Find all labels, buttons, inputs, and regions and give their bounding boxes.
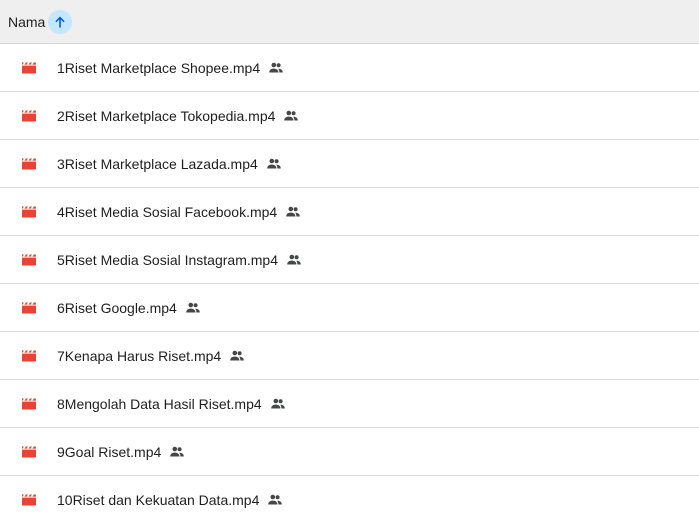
file-name: 2Riset Marketplace Tokopedia.mp4 bbox=[57, 107, 276, 124]
arrow-up-icon bbox=[55, 16, 66, 27]
file-name: 3Riset Marketplace Lazada.mp4 bbox=[57, 155, 258, 172]
video-file-icon bbox=[21, 300, 37, 316]
video-file-icon bbox=[21, 108, 37, 124]
video-file-icon bbox=[21, 252, 37, 268]
video-file-icon bbox=[21, 204, 37, 220]
shared-people-icon bbox=[267, 492, 283, 508]
shared-people-icon bbox=[169, 444, 185, 460]
file-name: 1Riset Marketplace Shopee.mp4 bbox=[57, 59, 261, 76]
file-name: 5Riset Media Sosial Instagram.mp4 bbox=[57, 251, 278, 268]
file-row[interactable]: 6Riset Google.mp4 bbox=[0, 284, 699, 332]
shared-people-icon bbox=[268, 60, 284, 76]
file-row[interactable]: 5Riset Media Sosial Instagram.mp4 bbox=[0, 236, 699, 284]
video-file-icon bbox=[21, 348, 37, 364]
file-row[interactable]: 9Goal Riset.mp4 bbox=[0, 428, 699, 476]
file-name: 8Mengolah Data Hasil Riset.mp4 bbox=[57, 395, 262, 412]
file-row[interactable]: 8Mengolah Data Hasil Riset.mp4 bbox=[0, 380, 699, 428]
file-row[interactable]: 7Kenapa Harus Riset.mp4 bbox=[0, 332, 699, 380]
file-name: 9Goal Riset.mp4 bbox=[57, 443, 162, 460]
file-row[interactable]: 3Riset Marketplace Lazada.mp4 bbox=[0, 140, 699, 188]
shared-people-icon bbox=[283, 108, 299, 124]
video-file-icon bbox=[21, 444, 37, 460]
file-row[interactable]: 10Riset dan Kekuatan Data.mp4 bbox=[0, 476, 699, 521]
file-row[interactable]: 4Riset Media Sosial Facebook.mp4 bbox=[0, 188, 699, 236]
video-file-icon bbox=[21, 156, 37, 172]
shared-people-icon bbox=[285, 204, 301, 220]
shared-people-icon bbox=[229, 348, 245, 364]
shared-people-icon bbox=[185, 300, 201, 316]
file-row[interactable]: 2Riset Marketplace Tokopedia.mp4 bbox=[0, 92, 699, 140]
shared-people-icon bbox=[270, 396, 286, 412]
video-file-icon bbox=[21, 492, 37, 508]
video-file-icon bbox=[21, 60, 37, 76]
file-row[interactable]: 1Riset Marketplace Shopee.mp4 bbox=[0, 44, 699, 92]
file-name: 6Riset Google.mp4 bbox=[57, 299, 177, 316]
video-file-icon bbox=[21, 396, 37, 412]
file-name: 4Riset Media Sosial Facebook.mp4 bbox=[57, 203, 278, 220]
list-header: Nama bbox=[0, 0, 699, 44]
file-rows: 1Riset Marketplace Shopee.mp4 2Riset Mar… bbox=[0, 44, 699, 521]
file-list: Nama 1Riset Marketplace Shopee.mp4 2Rise… bbox=[0, 0, 699, 521]
name-column-header[interactable]: Nama bbox=[8, 14, 45, 30]
sort-ascending-button[interactable] bbox=[48, 9, 73, 34]
file-name: 7Kenapa Harus Riset.mp4 bbox=[57, 347, 222, 364]
shared-people-icon bbox=[286, 252, 302, 268]
file-name: 10Riset dan Kekuatan Data.mp4 bbox=[57, 492, 260, 508]
shared-people-icon bbox=[266, 156, 282, 172]
